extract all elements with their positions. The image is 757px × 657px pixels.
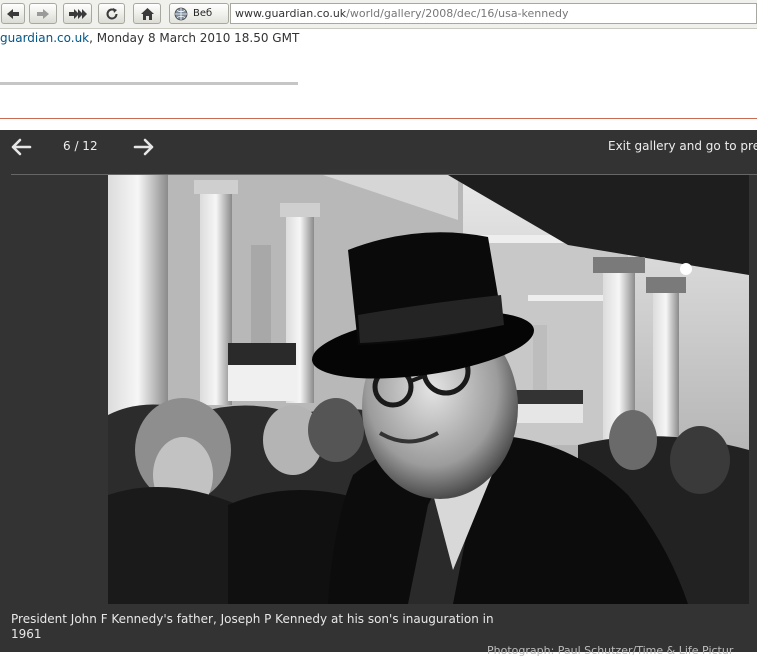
search-engine-label: Веб <box>193 8 213 19</box>
next-arrow-icon[interactable] <box>133 138 155 156</box>
exit-gallery-link[interactable]: Exit gallery and go to pre <box>608 139 757 153</box>
url-path: /world/gallery/2008/dec/16/usa-kennedy <box>346 7 569 20</box>
photo-credit: Photograph: Paul Schutzer/Time & Life Pi… <box>487 644 734 657</box>
back-arrow-icon <box>7 8 19 19</box>
gallery-nav: 6 / 12 Exit gallery and go to pre <box>0 130 757 165</box>
home-button[interactable] <box>133 3 161 24</box>
home-icon <box>140 7 154 20</box>
fast-forward-button[interactable] <box>63 3 92 24</box>
reload-icon <box>106 7 117 19</box>
address-bar[interactable]: www.guardian.co.uk/world/gallery/2008/de… <box>230 3 757 24</box>
forward-button[interactable] <box>29 3 57 24</box>
reload-button[interactable] <box>98 3 125 24</box>
photo-caption: President John F Kennedy's father, Josep… <box>11 612 494 641</box>
publication-date: , Monday 8 March 2010 18.50 GMT <box>89 31 300 45</box>
globe-icon <box>174 7 188 20</box>
fast-forward-icon <box>68 8 87 19</box>
search-engine-selector[interactable]: Веб <box>169 3 229 24</box>
grey-divider <box>0 82 298 85</box>
previous-arrow-icon[interactable] <box>10 138 32 156</box>
gallery-viewer: 6 / 12 Exit gallery and go to pre Presid… <box>0 130 757 657</box>
url-host: www.guardian.co.uk <box>235 7 347 20</box>
dateline: guardian.co.uk, Monday 8 March 2010 18.5… <box>0 31 299 45</box>
forward-arrow-icon <box>37 8 49 19</box>
gallery-photo <box>108 175 749 604</box>
browser-toolbar: Веб www.guardian.co.uk/world/gallery/200… <box>0 0 757 29</box>
gallery-counter: 6 / 12 <box>63 139 98 153</box>
site-link[interactable]: guardian.co.uk <box>0 31 89 45</box>
back-button[interactable] <box>1 3 25 24</box>
section-divider <box>0 118 757 119</box>
